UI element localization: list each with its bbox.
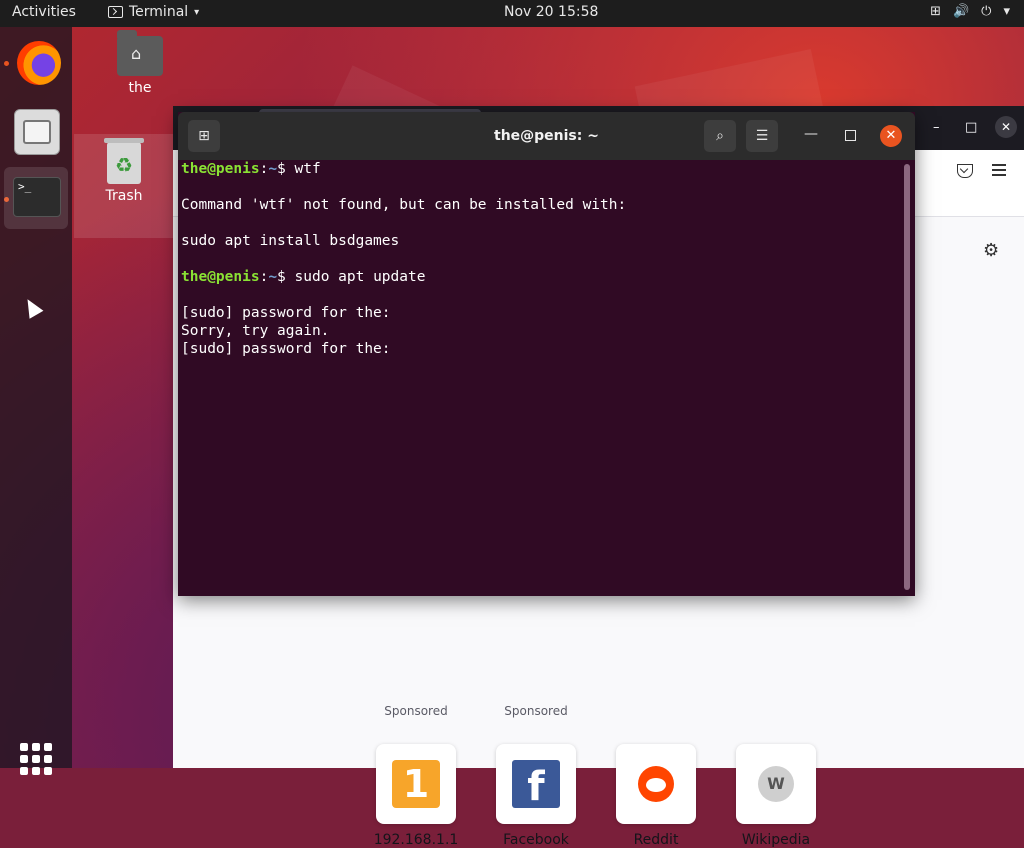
chevron-down-icon: ▾ (1003, 4, 1010, 19)
terminal-line: [sudo] password for the: (181, 341, 391, 357)
terminal-icon: >_ (13, 177, 61, 217)
sponsored-label: Sponsored (504, 704, 568, 718)
facebook-icon: f (512, 760, 560, 810)
dock-item-terminal[interactable]: >_ (4, 167, 68, 229)
command-text: $ sudo apt update (277, 269, 426, 285)
terminal-icon (108, 6, 123, 18)
desktop-icon-home[interactable]: ⌂ the (106, 30, 174, 96)
terminal-header-bar[interactable]: ⊞ the@penis: ~ ⌕ ☰ — ✕ (178, 112, 915, 160)
dock-item-firefox[interactable] (4, 31, 68, 93)
show-applications-icon[interactable] (20, 743, 52, 775)
shortcut-label: Facebook (503, 832, 569, 848)
app-menu-label: Terminal (129, 4, 189, 20)
prompt-user: the@penis (181, 161, 260, 177)
pocket-icon[interactable] (957, 164, 973, 178)
terminal-line: Sorry, try again. (181, 323, 330, 339)
shortcut-tile: 1 (376, 744, 456, 824)
activities-button[interactable]: Activities (12, 4, 76, 20)
prompt-path: ~ (268, 269, 278, 285)
command-text: $ wtf (277, 161, 321, 177)
prompt-path: ~ (268, 161, 278, 177)
chevron-down-icon: ▾ (194, 6, 200, 18)
dock-item-files[interactable] (4, 101, 68, 163)
clock[interactable]: Nov 20 15:58 (504, 4, 598, 20)
terminal-line: the@penis:~$ sudo apt update (181, 268, 901, 286)
desktop-icon-label: Trash (105, 188, 143, 204)
shortcut-tile: f (496, 744, 576, 824)
reddit-icon (638, 766, 674, 802)
shortcut-192-168-1-1[interactable]: 1 192.168.1.1 (356, 744, 476, 848)
terminal-output[interactable]: the@penis:~$ wtf Command 'wtf' not found,… (181, 160, 901, 592)
trash-icon: ♻ (104, 138, 144, 184)
sponsored-label: Sponsored (384, 704, 448, 718)
close-button[interactable]: ✕ (995, 116, 1017, 138)
prompt-user: the@penis (181, 269, 260, 285)
shortcut-reddit[interactable]: Reddit (596, 744, 716, 848)
network-icon: ⊞ (930, 4, 941, 19)
firefox-icon (17, 41, 61, 85)
minimize-button[interactable]: – (933, 120, 940, 135)
desktop-icon-label: the (128, 80, 152, 96)
minimize-button[interactable]: — (804, 126, 818, 142)
terminal-icon-glyph: >_ (18, 180, 32, 193)
power-icon: ⏻ (981, 4, 992, 19)
one-logo-icon: 1 (392, 760, 440, 808)
app-menu[interactable]: Terminal ▾ (108, 4, 199, 20)
prompt-separator: : (259, 269, 269, 285)
volume-icon: 🔊 (952, 4, 970, 19)
maximize-button[interactable]: □ (965, 120, 977, 135)
scrollbar[interactable] (904, 164, 910, 590)
close-button[interactable]: ✕ (880, 125, 902, 147)
shortcut-label: Reddit (633, 832, 679, 848)
gear-icon[interactable]: ⚙ (983, 240, 999, 261)
home-folder-icon: ⌂ (117, 30, 163, 76)
terminal-line: [sudo] password for the: (181, 305, 391, 321)
hamburger-menu-icon[interactable] (992, 164, 1006, 179)
shortcut-wikipedia[interactable]: W Wikipedia (716, 744, 836, 848)
menu-button[interactable]: ☰ (746, 120, 778, 152)
terminal-window[interactable]: ⊞ the@penis: ~ ⌕ ☰ — ✕ the@penis:~$ wtf C… (178, 112, 915, 596)
shortcut-label: 192.168.1.1 (373, 832, 459, 848)
system-tray[interactable]: ⊞ 🔊 ⏻ ▾ (930, 4, 1010, 19)
shortcut-tile (616, 744, 696, 824)
top-bar: Activities Terminal ▾ Nov 20 15:58 ⊞ 🔊 ⏻… (0, 0, 1024, 27)
shortcut-tile: W (736, 744, 816, 824)
search-button[interactable]: ⌕ (704, 120, 736, 152)
terminal-line: the@penis:~$ wtf (181, 160, 901, 178)
shortcut-label: Wikipedia (741, 832, 811, 848)
dock: >_ (0, 27, 72, 775)
terminal-line: Command 'wtf' not found, but can be inst… (181, 197, 627, 213)
prompt-separator: : (259, 161, 269, 177)
desktop-icon-trash[interactable]: ♻ Trash (74, 134, 174, 238)
files-icon (14, 109, 60, 155)
terminal-line: sudo apt install bsdgames (181, 233, 400, 249)
shortcut-facebook[interactable]: f Facebook (476, 744, 596, 848)
maximize-button[interactable] (845, 130, 856, 141)
wikipedia-icon: W (758, 766, 794, 802)
